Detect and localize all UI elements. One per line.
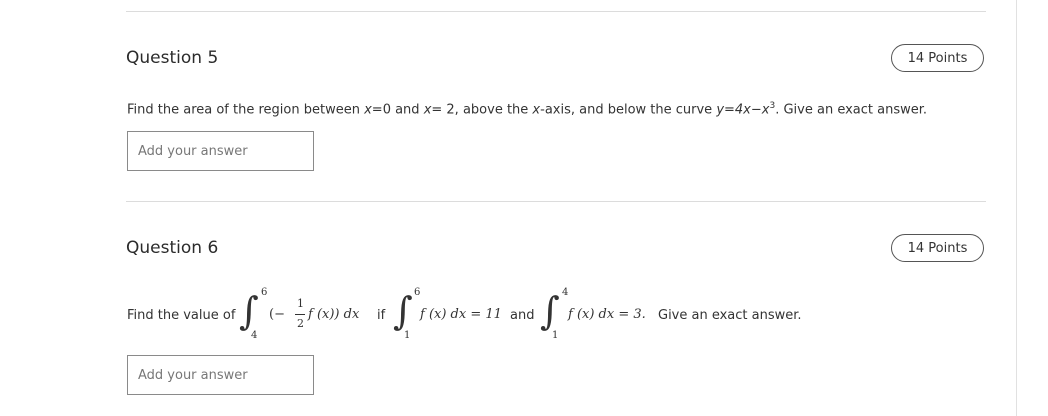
integral-1-body: f (x)) dx [308, 307, 360, 322]
page-right-border [1016, 0, 1017, 416]
integral-sign-3: ∫ [540, 289, 560, 333]
integral-3-body: f (x) dx = 3. [568, 307, 646, 322]
question-6-points-badge: 14 Points [891, 234, 984, 262]
fraction-numerator: 1 [297, 297, 304, 310]
integral-sign-2: ∫ [393, 289, 413, 333]
question-5-text: Find the area of the region between x=0 … [127, 101, 928, 118]
integral-1-upper: 6 [261, 287, 268, 298]
integral-1-open: (− [269, 307, 285, 322]
integral-1-lower: 4 [251, 330, 258, 341]
question-6-tail: Give an exact answer. [658, 308, 802, 323]
question-6-title: Question 6 [126, 238, 219, 258]
question-5-points-badge: 14 Points [891, 44, 984, 72]
top-divider [126, 11, 986, 12]
integral-2-body: f (x) dx = 11 [420, 307, 502, 322]
fraction-denominator: 2 [297, 317, 304, 330]
fraction-bar [295, 314, 305, 315]
question-5-title: Question 5 [126, 48, 219, 68]
question-5-answer-input[interactable] [127, 131, 314, 171]
and-text: and [510, 308, 535, 323]
integral-2-lower: 1 [404, 330, 411, 341]
question-6-answer-input[interactable] [127, 355, 314, 395]
integral-3-upper: 4 [562, 287, 569, 298]
integral-sign-1: ∫ [239, 289, 259, 333]
question-6-lead: Find the value of [127, 308, 236, 323]
integral-2-upper: 6 [414, 287, 421, 298]
if-text: if [377, 308, 386, 323]
integral-3-lower: 1 [552, 330, 559, 341]
question-divider [126, 201, 986, 202]
